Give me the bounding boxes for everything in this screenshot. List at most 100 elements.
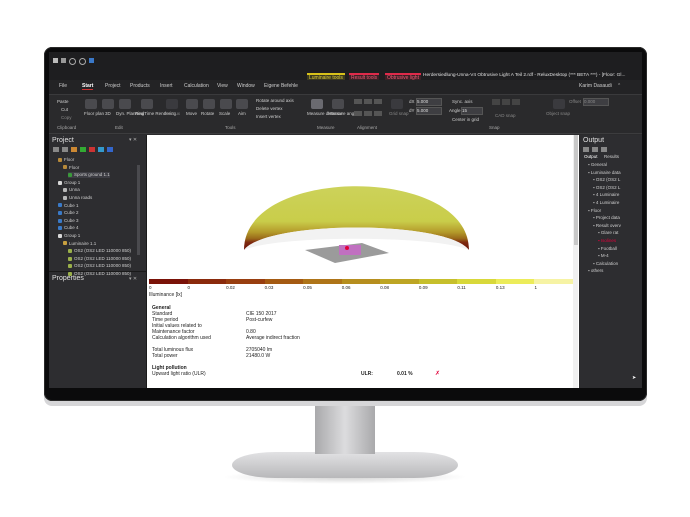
delete-vertex-button[interactable]: Delete vertex	[256, 106, 283, 111]
align-middle-icon[interactable]	[364, 111, 372, 116]
object-snap-button[interactable]: Object snap	[546, 111, 570, 116]
view-3d-icon[interactable]	[102, 99, 114, 109]
dy-input[interactable]: 5.000	[416, 107, 442, 115]
scale-button[interactable]: Scale	[219, 111, 230, 116]
menu-window[interactable]: Window	[237, 83, 255, 89]
output-tree-item[interactable]: ▪ Glare rat	[598, 230, 618, 235]
settings-icon[interactable]	[89, 58, 94, 63]
measure-distance-icon[interactable]	[311, 99, 323, 109]
menu-project[interactable]: Project	[105, 83, 121, 89]
center-in-grid-checkbox[interactable]: Center in grid	[452, 117, 479, 122]
menu-start[interactable]: Start	[82, 83, 94, 90]
project-tree-item[interactable]: Unna	[63, 187, 80, 193]
output-tree-item[interactable]: ▪ Project data	[593, 215, 620, 220]
tab-output[interactable]: Output	[584, 154, 598, 159]
floor-plan-button[interactable]: Floor plan	[84, 111, 104, 116]
align-top-icon[interactable]	[354, 111, 362, 116]
align-left-icon[interactable]	[354, 99, 362, 104]
output-tree-item[interactable]: ▪ Result overv	[593, 223, 621, 228]
save-icon[interactable]	[53, 58, 58, 63]
insert-vertex-button[interactable]: Insert vertex	[256, 114, 281, 119]
align-center-icon[interactable]	[364, 99, 372, 104]
project-tree-item[interactable]: Group 1	[58, 233, 80, 239]
project-tree-item[interactable]: OS2 (OS2 LED 110000 850)	[68, 263, 131, 269]
output-tree-item[interactable]: ▪ 4 Luminaire	[593, 192, 619, 197]
angle-input[interactable]: 15	[461, 107, 483, 115]
minimize-ribbon-icon[interactable]: ⌃	[617, 83, 621, 89]
measure-angle-icon[interactable]	[332, 99, 344, 109]
rotate-icon[interactable]	[203, 99, 215, 109]
move-icon[interactable]	[186, 99, 198, 109]
output-tree-item[interactable]: ▪ Floor	[588, 208, 601, 213]
calc-icon[interactable]	[107, 147, 113, 152]
menu-calculation[interactable]: Calculation	[184, 83, 209, 89]
copy-button[interactable]: Copy	[61, 115, 72, 120]
properties-pin-icon[interactable]: ▾ ✕	[129, 276, 137, 282]
rotate-button[interactable]: Rotate	[201, 111, 214, 116]
scale-icon[interactable]	[220, 99, 232, 109]
rotate-around-axis-button[interactable]: Rotate around axis	[256, 98, 294, 103]
snap-midpoint-icon[interactable]	[502, 99, 510, 105]
align-bottom-icon[interactable]	[374, 111, 382, 116]
project-tree-item[interactable]: Luminaire 1.1	[63, 241, 96, 247]
realtime-rendering-icon[interactable]	[141, 99, 153, 109]
layer-icon[interactable]	[89, 147, 95, 152]
output-tree-item[interactable]: ▪ M-4	[598, 253, 609, 258]
project-tree-item[interactable]: Group 1	[58, 180, 80, 186]
snap-line-icon[interactable]	[512, 99, 520, 105]
panel-pin-icon[interactable]: ▾ ✕	[129, 137, 137, 143]
object-snap-icon[interactable]	[553, 99, 565, 109]
project-tree-item[interactable]: OS2 (OS2 LED 110000 850)	[68, 248, 131, 254]
grid-snap-button[interactable]: Grid snap	[389, 111, 409, 116]
tab-results[interactable]: Results	[604, 154, 619, 159]
output-tree-item[interactable]: ▪ Football	[598, 246, 617, 251]
output-expand-icon[interactable]	[592, 147, 598, 152]
output-tree-item[interactable]: ▪ Luminaire data	[588, 170, 621, 175]
aim-button[interactable]: Aim	[238, 111, 246, 116]
view-3d-button[interactable]: 3D	[105, 111, 111, 116]
paste-button[interactable]: Paste	[57, 99, 69, 104]
menu-eigene-befehle[interactable]: Eigene Befehle	[264, 83, 298, 89]
output-tree-item[interactable]: ▪ Isolines	[598, 238, 616, 243]
menu-products[interactable]: Products	[130, 83, 150, 89]
object-icon[interactable]	[80, 147, 86, 152]
report-scrollbar[interactable]	[573, 135, 578, 388]
output-collapse-icon[interactable]	[601, 147, 607, 152]
project-tree-item[interactable]: Cube 2	[58, 210, 79, 216]
move-button[interactable]: Move	[186, 111, 197, 116]
luminaire-icon[interactable]	[71, 147, 77, 152]
output-eye-icon[interactable]	[583, 147, 589, 152]
filter-icon[interactable]	[62, 147, 68, 152]
eye-icon[interactable]	[53, 147, 59, 152]
open-icon[interactable]	[61, 58, 66, 63]
project-tree-item[interactable]: Floor	[58, 157, 74, 163]
cut-button[interactable]: Cut	[61, 107, 68, 112]
output-tree-item[interactable]: ▪ OS2 (OS2 L	[593, 177, 620, 182]
project-tree-item[interactable]: Sports ground 1.1	[68, 172, 110, 179]
project-tree-item[interactable]: Cube 3	[58, 218, 79, 224]
offset-input[interactable]: 0.000	[583, 98, 609, 106]
floor-plan-icon[interactable]	[85, 99, 97, 109]
menu-view[interactable]: View	[217, 83, 228, 89]
redo-icon[interactable]	[79, 58, 86, 65]
snap-endpoint-icon[interactable]	[492, 99, 500, 105]
project-tree-item[interactable]: Unna roads	[63, 195, 92, 201]
aim-icon[interactable]	[236, 99, 248, 109]
output-tree-item[interactable]: ▪ others	[588, 268, 603, 273]
align-right-icon[interactable]	[374, 99, 382, 104]
menu-file[interactable]: File	[59, 83, 67, 89]
dx-input[interactable]: 5.000	[416, 98, 442, 106]
project-tree-item[interactable]: Floor	[63, 165, 79, 171]
camera-icon[interactable]	[98, 147, 104, 152]
sync-axis-checkbox[interactable]: Sync. axis	[452, 99, 473, 104]
project-tree-item[interactable]: Cube 4	[58, 225, 79, 231]
report-scrollbar-thumb[interactable]	[573, 135, 578, 245]
menu-insert[interactable]: Insert	[160, 83, 173, 89]
output-tree-item[interactable]: ▪ OS2 (OS2 L	[593, 185, 620, 190]
project-tree-item[interactable]: OS2 (OS2 LED 110000 850)	[68, 256, 131, 262]
fastlux-button[interactable]: FastLux	[164, 111, 180, 116]
project-scrollbar[interactable]	[137, 165, 140, 255]
grid-snap-icon[interactable]	[391, 99, 403, 109]
fastlux-icon[interactable]	[166, 99, 178, 109]
cad-snap-button[interactable]: CAD snap	[495, 113, 516, 118]
